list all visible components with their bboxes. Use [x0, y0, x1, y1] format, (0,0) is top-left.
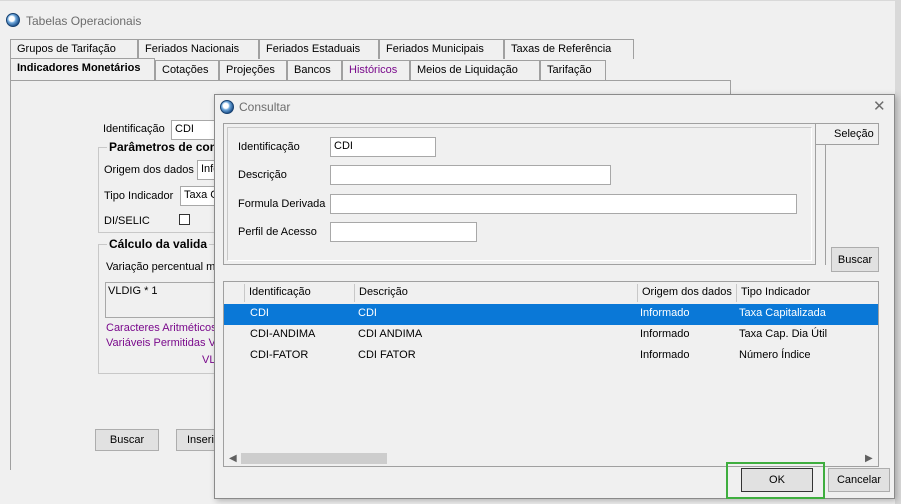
table-row[interactable]: CDI-ANDIMA CDI ANDIMA Informado Taxa Cap… [224, 325, 878, 346]
variaveis-link[interactable]: Variáveis Permitidas VL [106, 337, 222, 349]
tab-projecoes[interactable]: Projeções [219, 60, 287, 80]
tab-bancos[interactable]: Bancos [287, 60, 342, 80]
main-titlebar: Tabelas Operacionais [0, 0, 901, 38]
identificacao-label: Identificação [103, 123, 165, 135]
col-header-origem[interactable]: Origem dos dados [637, 284, 736, 302]
dialog-icon [220, 100, 234, 114]
cell-tipo: Taxa Cap. Dia Útil [739, 328, 828, 340]
panel-right-line [825, 145, 826, 265]
dialog-title: Consultar [239, 100, 291, 114]
d-descricao-input[interactable] [330, 165, 611, 185]
tab-indicadores-monetarios[interactable]: Indicadores Monetários [10, 58, 155, 80]
cell-identificacao: CDI [250, 307, 269, 319]
tab-meios-liquidacao[interactable]: Meios de Liquidação [410, 60, 540, 80]
col-header-identificacao[interactable]: Identificação [244, 284, 315, 302]
cell-tipo: Número Índice [739, 349, 811, 361]
app-icon [6, 13, 20, 27]
caracteres-link[interactable]: Caracteres Aritméticos [106, 322, 217, 334]
tipo-label: Tipo Indicador [104, 190, 174, 202]
d-perfil-input[interactable] [330, 222, 477, 242]
d-buscar-button[interactable]: Buscar [831, 247, 879, 272]
cell-origem: Informado [640, 328, 690, 340]
tab-taxas-referencia[interactable]: Taxas de Referência [504, 39, 634, 59]
cancelar-button[interactable]: Cancelar [828, 468, 890, 492]
dialog-close-icon[interactable]: ✕ [873, 97, 886, 115]
tab-tarifacao[interactable]: Tarifação [540, 60, 606, 80]
cell-descricao: CDI [358, 307, 377, 319]
params-group-title: Parâmetros de con [107, 140, 220, 154]
tab-historicos[interactable]: Históricos [342, 60, 410, 80]
tab-feriados-municipais[interactable]: Feriados Municipais [379, 39, 504, 59]
tab-feriados-estaduais[interactable]: Feriados Estaduais [259, 39, 379, 59]
buscar-main-button[interactable]: Buscar [95, 429, 159, 451]
cell-descricao: CDI FATOR [358, 349, 416, 361]
cell-tipo: Taxa Capitalizada [739, 307, 826, 319]
calc-group-title: Cálculo da valida [107, 237, 210, 251]
selection-panel: Identificação CDI Descrição Formula Deri… [223, 123, 816, 265]
col-header-descricao[interactable]: Descrição [354, 284, 412, 302]
tab-cotacoes[interactable]: Cotações [155, 60, 219, 80]
results-grid: Identificação Descrição Origem dos dados… [223, 281, 879, 467]
grid-header: Identificação Descrição Origem dos dados… [224, 282, 878, 303]
diselic-checkbox[interactable] [179, 214, 190, 225]
formula-textarea[interactable]: VLDIG * 1 [105, 282, 227, 318]
table-row[interactable]: CDI CDI Informado Taxa Capitalizada [224, 304, 878, 325]
d-descricao-label: Descrição [238, 169, 287, 181]
tab-selecao[interactable]: Seleção [815, 123, 879, 145]
consultar-dialog: Consultar ✕ Seleção Identificação CDI De… [214, 94, 895, 499]
d-formula-input[interactable] [330, 194, 797, 214]
d-identificacao-label: Identificação [238, 141, 300, 153]
scroll-right-icon[interactable]: ▶ [865, 453, 873, 464]
d-identificacao-input[interactable]: CDI [330, 137, 436, 157]
d-perfil-label: Perfil de Acesso [238, 226, 317, 238]
diselic-label: DI/SELIC [104, 215, 150, 227]
cell-origem: Informado [640, 307, 690, 319]
cell-identificacao: CDI-FATOR [250, 349, 309, 361]
scrollbar-thumb[interactable] [241, 453, 387, 464]
window-right-border [895, 0, 901, 504]
tab-grupos-tarifacao[interactable]: Grupos de Tarifação [10, 39, 138, 59]
cell-origem: Informado [640, 349, 690, 361]
origem-label: Origem dos dados [104, 164, 194, 176]
cell-identificacao: CDI-ANDIMA [250, 328, 316, 340]
tab-feriados-nacionais[interactable]: Feriados Nacionais [138, 39, 259, 59]
scroll-left-icon[interactable]: ◀ [229, 453, 237, 464]
cell-descricao: CDI ANDIMA [358, 328, 423, 340]
window-title: Tabelas Operacionais [26, 14, 142, 28]
ok-button[interactable]: OK [741, 468, 813, 492]
d-formula-label: Formula Derivada [238, 198, 326, 210]
col-header-tipo[interactable]: Tipo Indicador [736, 284, 814, 302]
variacao-label: Variação percentual ma [106, 261, 222, 273]
table-row[interactable]: CDI-FATOR CDI FATOR Informado Número Índ… [224, 346, 878, 367]
